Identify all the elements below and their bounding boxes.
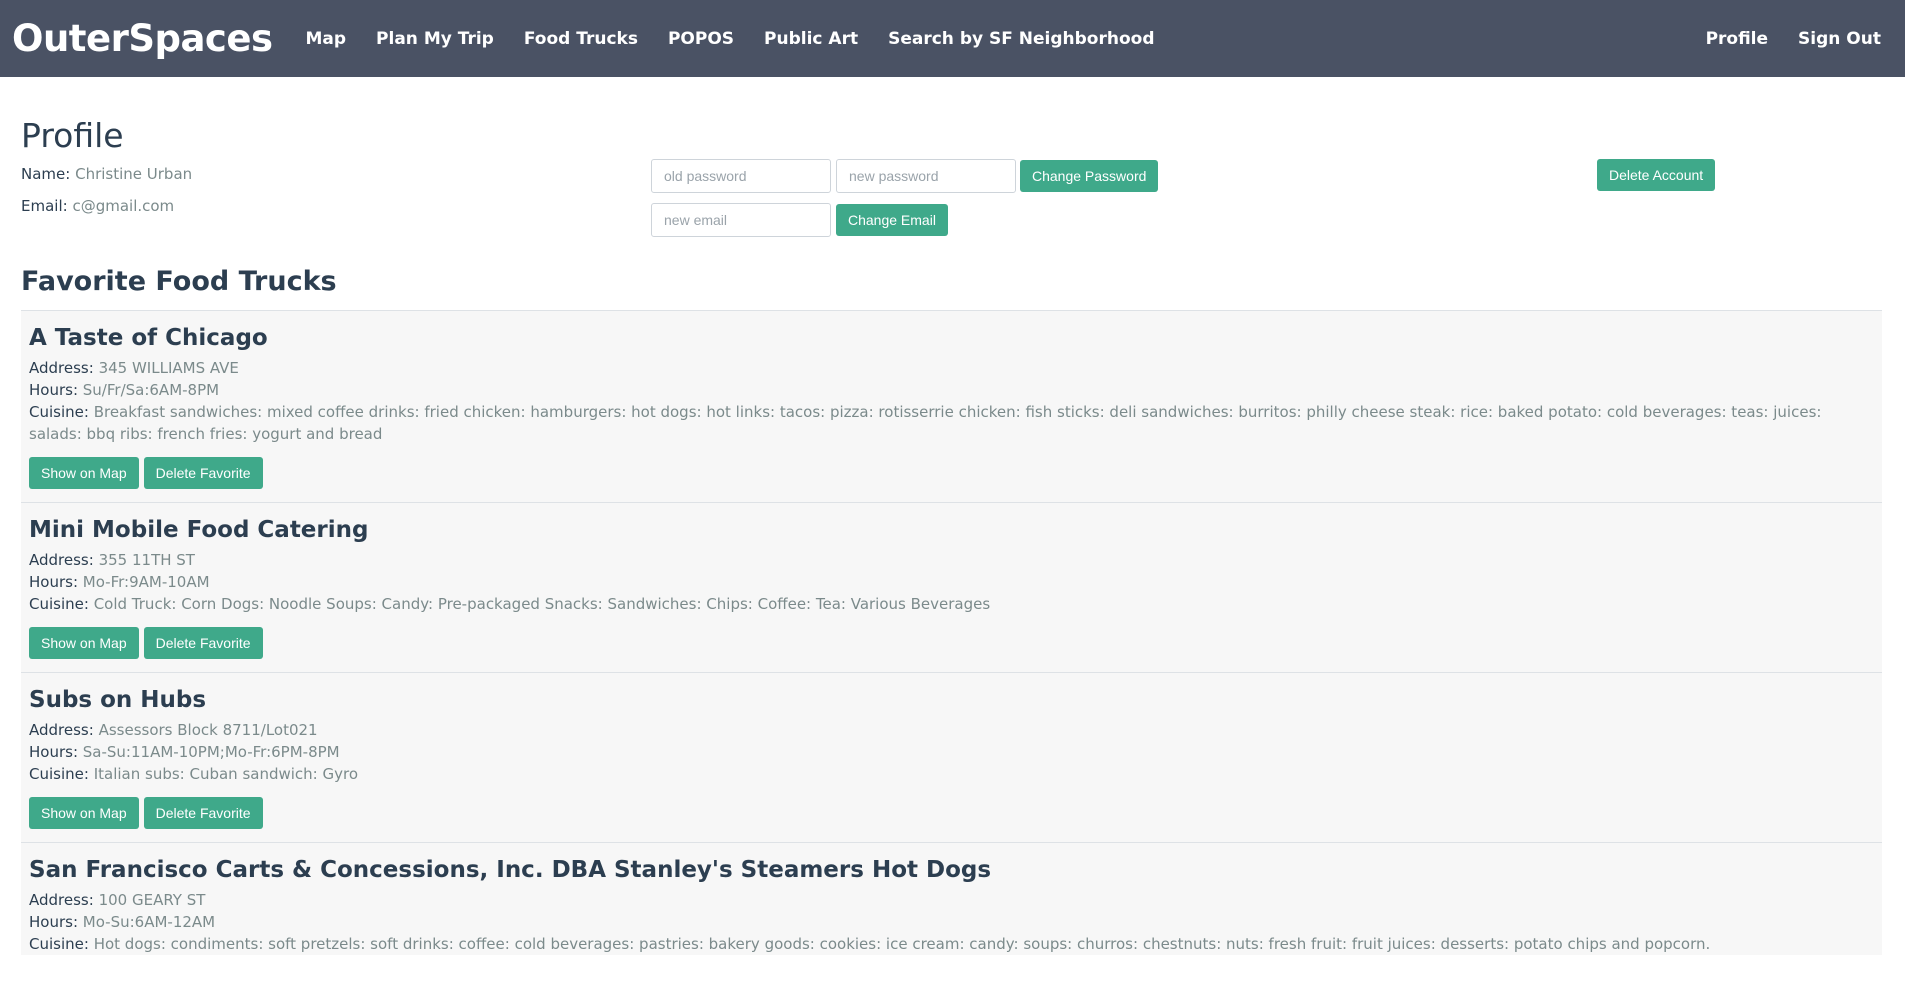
favorites-list: A Taste of Chicago Address: 345 WILLIAMS… [21,310,1882,955]
food-truck-cuisine: Cuisine: Breakfast sandwiches: mixed cof… [29,401,1874,445]
food-truck-name: Mini Mobile Food Catering [29,517,369,543]
cuisine-label: Cuisine: [29,765,89,783]
food-truck-card: San Francisco Carts & Concessions, Inc. … [21,842,1882,955]
address-value: Assessors Block 8711/Lot021 [98,721,318,739]
email-value: c@gmail.com [72,197,175,215]
nav-links: Map Plan My Trip Food Trucks POPOS Publi… [290,29,1169,49]
food-truck-hours: Hours: Mo-Su:6AM-12AM [29,911,1874,933]
address-label: Address: [29,359,94,377]
food-truck-name: Subs on Hubs [29,687,207,713]
new-email-input[interactable] [651,203,831,237]
profile-email: Email: c@gmail.com [21,197,174,215]
food-truck-address: Address: 100 GEARY ST [29,889,1874,911]
hours-label: Hours: [29,381,78,399]
hours-value: Mo-Su:6AM-12AM [82,913,216,931]
show-on-map-button[interactable]: Show on Map [29,627,139,659]
cuisine-value: Hot dogs: condiments: soft pretzels: sof… [93,935,1711,953]
cuisine-label: Cuisine: [29,595,89,613]
show-on-map-button[interactable]: Show on Map [29,797,139,829]
nav-right: Profile Sign Out [1676,0,1881,77]
food-truck-card: Subs on Hubs Address: Assessors Block 87… [21,672,1882,842]
hours-label: Hours: [29,573,78,591]
profile-section: Name: Christine Urban Email: c@gmail.com… [21,156,1884,262]
food-truck-name: San Francisco Carts & Concessions, Inc. … [29,857,992,883]
address-value: 355 11TH ST [98,551,195,569]
change-email-button[interactable]: Change Email [836,204,948,236]
hours-value: Sa-Su:11AM-10PM;Mo-Fr:6PM-8PM [82,743,340,761]
email-label: Email: [21,197,68,215]
show-on-map-button[interactable]: Show on Map [29,457,139,489]
cuisine-value: Cold Truck: Corn Dogs: Noodle Soups: Can… [93,595,991,613]
cuisine-value: Breakfast sandwiches: mixed coffee drink… [29,403,1822,443]
cuisine-value: Italian subs: Cuban sandwich: Gyro [93,765,359,783]
favorites-title: Favorite Food Trucks [21,266,337,297]
address-value: 345 WILLIAMS AVE [98,359,239,377]
nav-link-map[interactable]: Map [305,29,346,49]
delete-favorite-button[interactable]: Delete Favorite [143,457,263,489]
hours-label: Hours: [29,913,78,931]
nav-link-public-art[interactable]: Public Art [764,29,858,49]
hours-value: Mo-Fr:9AM-10AM [82,573,210,591]
nav-link-food-trucks[interactable]: Food Trucks [524,29,638,49]
food-truck-cuisine: Cuisine: Cold Truck: Corn Dogs: Noodle S… [29,593,1874,615]
page-title: Profile [21,116,124,155]
food-truck-hours: Hours: Sa-Su:11AM-10PM;Mo-Fr:6PM-8PM [29,741,1874,763]
food-truck-hours: Hours: Mo-Fr:9AM-10AM [29,571,1874,593]
food-truck-cuisine: Cuisine: Hot dogs: condiments: soft pret… [29,933,1874,955]
food-truck-cuisine: Cuisine: Italian subs: Cuban sandwich: G… [29,763,1874,785]
card-actions: Show on Map Delete Favorite [29,627,1874,672]
food-truck-address: Address: 345 WILLIAMS AVE [29,357,1874,379]
name-label: Name: [21,165,71,183]
hours-label: Hours: [29,743,78,761]
delete-favorite-button[interactable]: Delete Favorite [143,627,263,659]
change-password-button[interactable]: Change Password [1020,160,1159,192]
main-content: Profile Name: Christine Urban Email: c@g… [0,116,1905,955]
name-value: Christine Urban [75,165,193,183]
nav-link-popos[interactable]: POPOS [668,29,734,49]
card-actions: Show on Map Delete Favorite [29,457,1874,502]
profile-name: Name: Christine Urban [21,165,192,183]
top-navbar: OuterSpaces Map Plan My Trip Food Trucks… [0,0,1905,77]
address-value: 100 GEARY ST [98,891,206,909]
nav-link-sign-out[interactable]: Sign Out [1798,29,1881,49]
food-truck-address: Address: 355 11TH ST [29,549,1874,571]
address-label: Address: [29,721,94,739]
food-truck-name: A Taste of Chicago [29,325,268,351]
delete-favorite-button[interactable]: Delete Favorite [143,797,263,829]
address-label: Address: [29,551,94,569]
food-truck-card: A Taste of Chicago Address: 345 WILLIAMS… [21,310,1882,502]
nav-link-profile[interactable]: Profile [1706,29,1768,49]
new-password-input[interactable] [836,159,1016,193]
nav-link-search-neighborhood[interactable]: Search by SF Neighborhood [888,29,1154,49]
cuisine-label: Cuisine: [29,935,89,953]
delete-account-button[interactable]: Delete Account [1597,159,1716,191]
food-truck-address: Address: Assessors Block 8711/Lot021 [29,719,1874,741]
brand-logo[interactable]: OuterSpaces [12,17,273,60]
old-password-input[interactable] [651,159,831,193]
food-truck-card: Mini Mobile Food Catering Address: 355 1… [21,502,1882,672]
nav-link-plan-my-trip[interactable]: Plan My Trip [376,29,494,49]
hours-value: Su/Fr/Sa:6AM-8PM [82,381,220,399]
address-label: Address: [29,891,94,909]
cuisine-label: Cuisine: [29,403,89,421]
card-actions: Show on Map Delete Favorite [29,797,1874,842]
food-truck-hours: Hours: Su/Fr/Sa:6AM-8PM [29,379,1874,401]
